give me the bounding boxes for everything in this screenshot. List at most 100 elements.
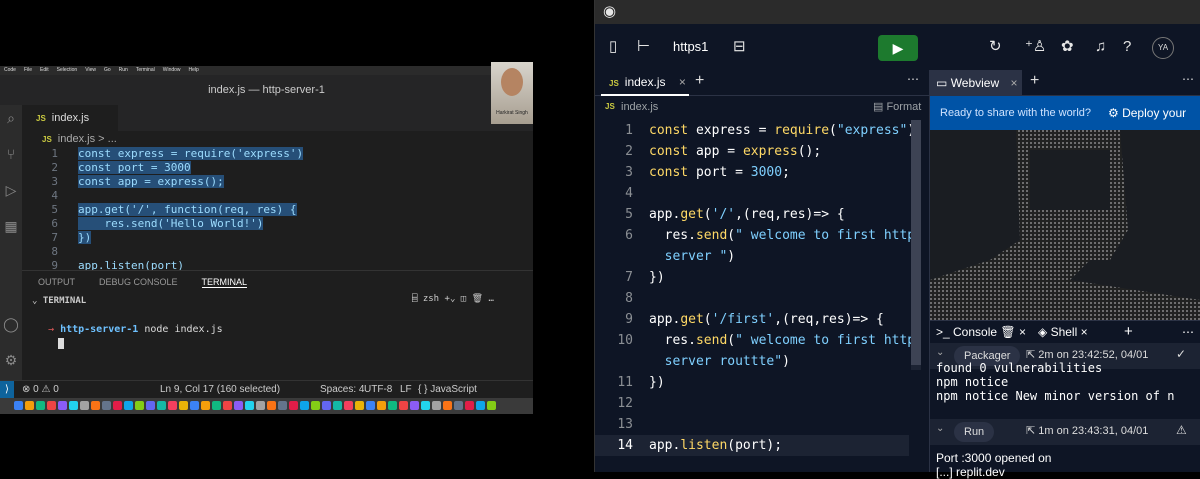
- close-icon[interactable]: ×: [679, 75, 686, 89]
- dock-app-icon[interactable]: [410, 401, 419, 410]
- dock-app-icon[interactable]: [322, 401, 331, 410]
- chevron-down-icon[interactable]: ⌄: [936, 347, 944, 358]
- remote-icon[interactable]: ⟩: [0, 381, 14, 399]
- dock-app-icon[interactable]: [223, 401, 232, 410]
- close-icon[interactable]: ×: [1011, 76, 1018, 90]
- format-button[interactable]: ▤ Format: [873, 96, 921, 118]
- dock-app-icon[interactable]: [58, 401, 67, 410]
- tab-shell[interactable]: ◈ Shell ×: [1038, 321, 1088, 343]
- mac-menu-item[interactable]: Code: [4, 67, 16, 73]
- dock-app-icon[interactable]: [366, 401, 375, 410]
- repl-name[interactable]: https1: [673, 37, 708, 57]
- help-icon[interactable]: ?: [1123, 37, 1131, 57]
- deploy-banner[interactable]: Ready to share with the world? ⚙ Deploy …: [930, 96, 1200, 130]
- dock-app-icon[interactable]: [388, 401, 397, 410]
- encoding[interactable]: UTF-8: [364, 381, 392, 399]
- dock-app-icon[interactable]: [344, 401, 353, 410]
- split-icon[interactable]: ◫: [461, 294, 466, 304]
- breadcrumb-file[interactable]: index.js: [58, 133, 95, 145]
- dock-app-icon[interactable]: [25, 401, 34, 410]
- dock-app-icon[interactable]: [278, 401, 287, 410]
- mac-menu-item[interactable]: Help: [189, 67, 199, 73]
- cursor-position[interactable]: Ln 9, Col 17 (160 selected): [160, 381, 280, 399]
- dock-app-icon[interactable]: [289, 401, 298, 410]
- close-icon[interactable]: ×: [1081, 325, 1088, 339]
- sidebar-toggle-icon[interactable]: ▯: [609, 37, 617, 57]
- dock-app-icon[interactable]: [69, 401, 78, 410]
- add-terminal-icon[interactable]: +⌄: [445, 294, 456, 304]
- breadcrumb-file[interactable]: index.js: [621, 96, 658, 118]
- indent-setting[interactable]: Spaces: 4: [320, 381, 364, 399]
- chevron-down-icon[interactable]: ⌄: [936, 423, 944, 434]
- eol[interactable]: LF: [400, 381, 412, 399]
- terminal[interactable]: ⌄ TERMINAL ⌸ zsh +⌄ ◫ 🗑 … → http-server-…: [22, 292, 533, 380]
- mac-menu-item[interactable]: Edit: [40, 67, 49, 73]
- bell-icon[interactable]: ♫: [1095, 37, 1106, 57]
- dock-app-icon[interactable]: [36, 401, 45, 410]
- dock-app-icon[interactable]: [399, 401, 408, 410]
- dock-app-icon[interactable]: [377, 401, 386, 410]
- mac-menu-item[interactable]: File: [24, 67, 32, 73]
- ai-icon[interactable]: ✿: [1061, 37, 1074, 57]
- panel-tab[interactable]: DEBUG CONSOLE: [99, 277, 178, 287]
- language-mode[interactable]: { } JavaScript: [418, 381, 477, 399]
- more-icon[interactable]: ⋯: [907, 72, 919, 86]
- dock-app-icon[interactable]: [113, 401, 122, 410]
- trash-icon[interactable]: 🗑: [472, 294, 483, 304]
- dock-app-icon[interactable]: [157, 401, 166, 410]
- dock-app-icon[interactable]: [355, 401, 364, 410]
- dock-app-icon[interactable]: [179, 401, 188, 410]
- dock-app-icon[interactable]: [168, 401, 177, 410]
- dock-app-icon[interactable]: [454, 401, 463, 410]
- gear-icon[interactable]: ⚙: [2, 351, 20, 369]
- dock-app-icon[interactable]: [256, 401, 265, 410]
- run-debug-icon[interactable]: ▷: [2, 181, 20, 199]
- scrollbar-thumb[interactable]: [911, 120, 921, 365]
- code-editor[interactable]: 1const express = require("express")2cons…: [595, 120, 915, 456]
- mac-menu-item[interactable]: Window: [163, 67, 181, 73]
- mac-menu-item[interactable]: Run: [119, 67, 128, 73]
- dock-app-icon[interactable]: [476, 401, 485, 410]
- more-icon[interactable]: ⋯: [1182, 72, 1194, 86]
- panel-tab[interactable]: TERMINAL: [201, 277, 248, 288]
- dock-app-icon[interactable]: [465, 401, 474, 410]
- dock-app-icon[interactable]: [234, 401, 243, 410]
- dock-app-icon[interactable]: [146, 401, 155, 410]
- source-control-icon[interactable]: ⑂: [2, 145, 20, 163]
- dock-app-icon[interactable]: [212, 401, 221, 410]
- dock-app-icon[interactable]: [14, 401, 23, 410]
- dock-app-icon[interactable]: [80, 401, 89, 410]
- search-icon[interactable]: ⌕: [2, 109, 20, 127]
- dock-app-icon[interactable]: [267, 401, 276, 410]
- dock-app-icon[interactable]: [245, 401, 254, 410]
- add-tab-icon[interactable]: +: [1124, 321, 1133, 343]
- terminal-shell[interactable]: ⌸ zsh +⌄ ◫ 🗑 …: [412, 294, 494, 304]
- mac-menu-item[interactable]: Terminal: [136, 67, 155, 73]
- add-tab-icon[interactable]: +: [695, 72, 704, 90]
- tab-console[interactable]: >_ Console 🗑 ×: [936, 321, 1026, 343]
- dock-app-icon[interactable]: [190, 401, 199, 410]
- trash-icon[interactable]: 🗑: [1000, 325, 1015, 339]
- history-icon[interactable]: ↻: [989, 37, 1002, 57]
- dock-app-icon[interactable]: [487, 401, 496, 410]
- dock-app-icon[interactable]: [102, 401, 111, 410]
- close-icon[interactable]: ×: [1019, 325, 1026, 339]
- dock-app-icon[interactable]: [443, 401, 452, 410]
- tab-index-js[interactable]: JS index.js ×: [601, 70, 689, 96]
- dock-app-icon[interactable]: [47, 401, 56, 410]
- invite-icon[interactable]: ⁺♙: [1025, 37, 1046, 57]
- tab-webview[interactable]: ▭ Webview ×: [930, 70, 1022, 96]
- account-icon[interactable]: ◯: [2, 315, 20, 333]
- dock-app-icon[interactable]: [91, 401, 100, 410]
- mac-menu-item[interactable]: Selection: [57, 67, 78, 73]
- mac-menu-item[interactable]: Go: [104, 67, 111, 73]
- problems-indicator[interactable]: ⊗ 0 ⚠ 0: [22, 381, 59, 399]
- breadcrumb-more[interactable]: > ...: [98, 133, 117, 145]
- dock-app-icon[interactable]: [432, 401, 441, 410]
- deploy-link[interactable]: ⚙ Deploy your: [1108, 96, 1186, 130]
- vscode-code-editor[interactable]: 1 const express = require('express') 2 cons…: [22, 147, 533, 272]
- avatar[interactable]: YA: [1152, 37, 1174, 59]
- extensions-icon[interactable]: ▦: [2, 217, 20, 235]
- run-button[interactable]: ▶: [878, 35, 918, 61]
- dock-app-icon[interactable]: [311, 401, 320, 410]
